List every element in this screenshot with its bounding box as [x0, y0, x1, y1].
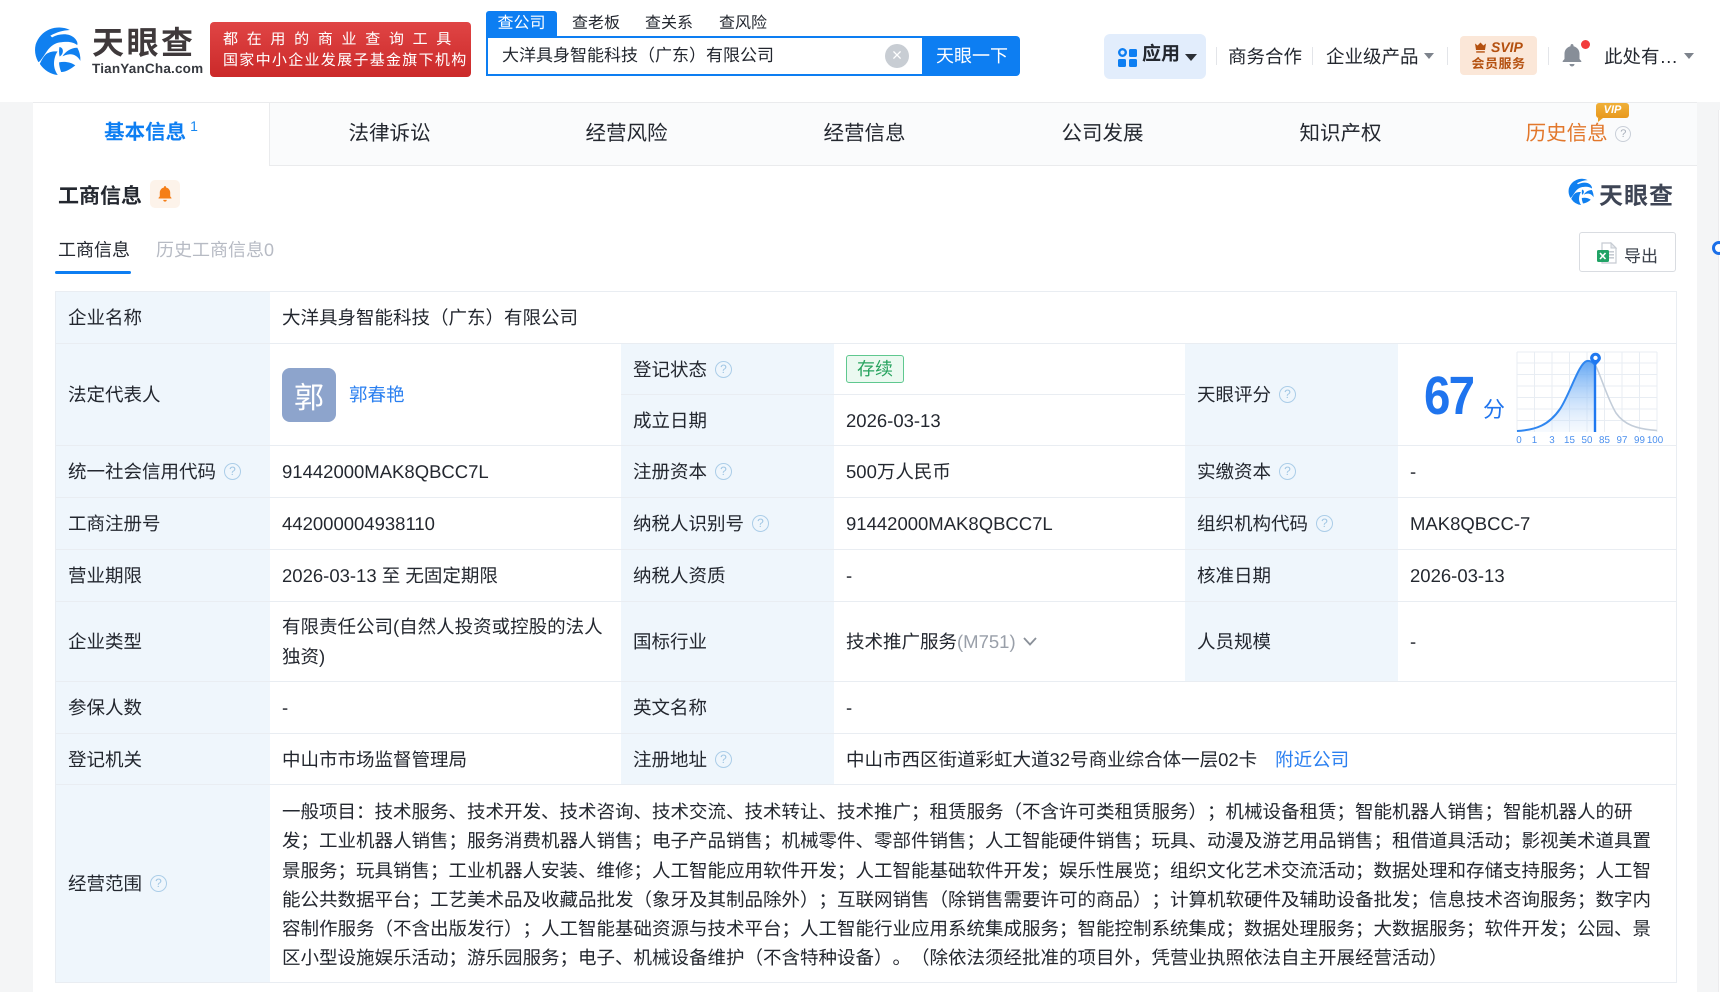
svg-text:1: 1 [1532, 435, 1537, 446]
svg-text:15: 15 [1564, 435, 1575, 446]
svg-text:3: 3 [1549, 435, 1555, 446]
svg-text:0: 0 [1516, 435, 1522, 446]
svg-text:100: 100 [1647, 435, 1664, 446]
svg-text:97: 97 [1617, 435, 1628, 446]
svg-text:50: 50 [1582, 435, 1593, 446]
svg-text:99: 99 [1634, 435, 1645, 446]
svg-text:85: 85 [1599, 435, 1610, 446]
